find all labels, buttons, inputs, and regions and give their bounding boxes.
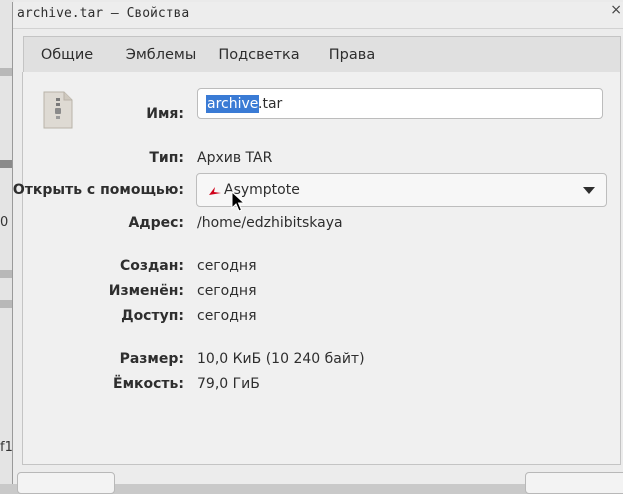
- address-value: /home/edzhibitskaya: [197, 215, 343, 231]
- name-selected-text: archive: [206, 95, 260, 113]
- mouse-pointer-icon: [231, 191, 245, 212]
- tab-general[interactable]: Общие: [32, 37, 102, 75]
- name-field[interactable]: archive .tar: [197, 88, 603, 119]
- accessed-value: сегодня: [197, 308, 257, 324]
- asymptote-app-icon: [209, 187, 221, 195]
- background-strip: [0, 300, 12, 308]
- tab-bar: Общие Эмблемы Подсветка Права: [23, 36, 621, 75]
- open-with-label: Открыть с помощью:: [12, 182, 184, 198]
- background-strip: [0, 270, 12, 278]
- accessed-label: Доступ:: [121, 308, 184, 324]
- background-text: f1: [0, 440, 13, 455]
- titlebar[interactable]: archive.tar — Свойства ×: [13, 2, 623, 29]
- modified-value: сегодня: [197, 283, 257, 299]
- chevron-down-icon: [583, 187, 595, 194]
- background-strip: [0, 160, 12, 168]
- bottom-left-button[interactable]: [17, 472, 115, 494]
- bottom-right-button[interactable]: [525, 472, 623, 494]
- tab-highlight[interactable]: Подсветка: [218, 37, 300, 74]
- size-label: Размер:: [119, 351, 184, 367]
- name-label: Имя:: [146, 106, 184, 122]
- archive-file-icon: [43, 91, 73, 129]
- background-text: 0: [0, 215, 9, 230]
- properties-dialog: archive.tar — Свойства × Общие Эмблемы П…: [12, 2, 623, 494]
- tab-emblems[interactable]: Эмблемы: [120, 37, 202, 74]
- background-strip: [0, 68, 12, 76]
- modified-label: Изменён:: [108, 283, 184, 299]
- general-panel: Имя: archive .tar Тип: Архив TAR Открыть…: [13, 72, 621, 465]
- created-value: сегодня: [197, 258, 257, 274]
- capacity-label: Ёмкость:: [113, 376, 184, 392]
- created-label: Создан:: [119, 258, 184, 274]
- close-icon[interactable]: ×: [610, 2, 622, 18]
- size-value: 10,0 КиБ (10 240 байт): [197, 351, 365, 367]
- name-extension-text: .tar: [258, 96, 283, 112]
- capacity-value: 79,0 ГиБ: [197, 376, 260, 392]
- type-label: Тип:: [149, 150, 184, 166]
- address-label: Адрес:: [128, 215, 184, 231]
- tab-permissions[interactable]: Права: [322, 37, 382, 74]
- type-value: Архив TAR: [197, 150, 273, 166]
- window-title: archive.tar — Свойства: [17, 6, 190, 21]
- open-with-dropdown[interactable]: Asymptote: [196, 173, 607, 207]
